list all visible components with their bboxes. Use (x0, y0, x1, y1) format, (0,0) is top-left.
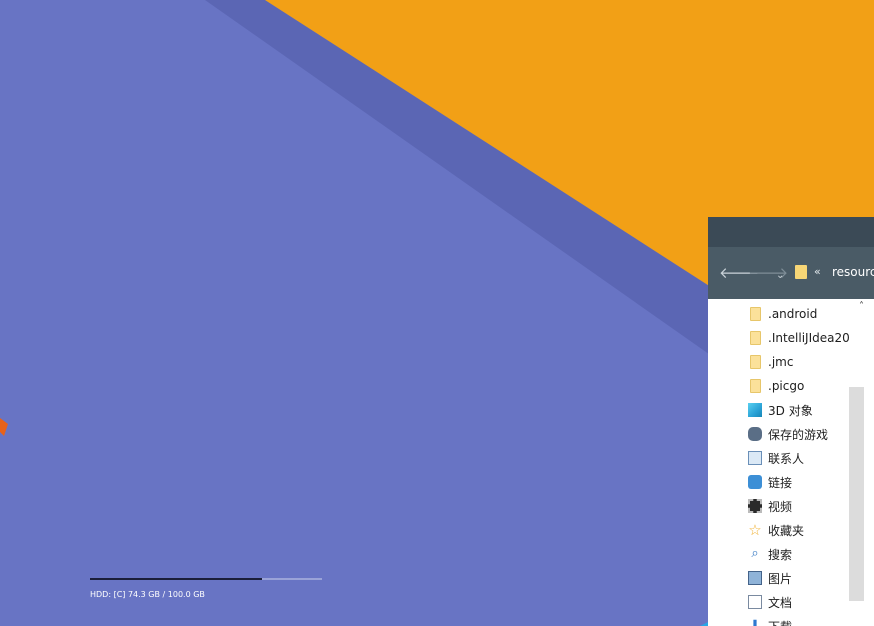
tree-item-label: 3D 对象 (768, 403, 813, 418)
folder-icon (750, 355, 761, 369)
navigation-pane-scrollbar[interactable] (849, 387, 864, 601)
saved-games-icon (748, 427, 762, 441)
hdd-usage-widget: HDD: [C] 74.3 GB / 100.0 GB (90, 578, 322, 599)
tree-item-folder[interactable]: .jmc (708, 350, 874, 374)
tree-item-label: .picgo (768, 379, 805, 393)
tree-item-label: 搜索 (768, 547, 793, 562)
explorer-navigation-bar: 🡐 🡒 ⌄ « resourc (708, 247, 874, 299)
tree-item-label: 文档 (768, 595, 793, 610)
tree-item-label: 下载 (768, 618, 792, 626)
address-folder-icon (795, 265, 807, 279)
3d-objects-icon (748, 403, 762, 417)
tree-item-label: 图片 (768, 571, 793, 586)
documents-icon (748, 595, 762, 609)
recent-locations-chevron-icon[interactable]: ⌄ (776, 267, 784, 285)
address-overflow-chevron[interactable]: « (814, 265, 821, 278)
downloads-icon: ⬇ (749, 618, 761, 626)
tree-item-folder[interactable]: .android (708, 302, 874, 326)
links-icon (748, 475, 762, 489)
file-explorer-window: 🡐 🡒 ⌄ « resourc .android .IntelliJIdea20.… (708, 217, 874, 626)
tree-item-label: .android (768, 307, 818, 321)
tree-item-label: 保存的游戏 (768, 427, 829, 442)
tree-item-label: .IntelliJIdea20 (768, 331, 850, 345)
pictures-icon (748, 571, 762, 585)
tree-item-label: .jmc (768, 355, 794, 369)
contacts-icon (748, 451, 762, 465)
folder-icon (750, 307, 761, 321)
tree-item-label: 联系人 (768, 451, 805, 466)
address-bar-path[interactable]: resourc (832, 265, 874, 279)
explorer-titlebar[interactable] (708, 217, 874, 247)
tree-item-label: 链接 (768, 475, 793, 490)
tree-item-folder[interactable]: .IntelliJIdea20 (708, 326, 874, 350)
folder-icon (750, 379, 761, 393)
tree-item-label: 视频 (768, 499, 793, 514)
desktop-icon-fragment[interactable] (0, 418, 8, 436)
favorites-icon: ☆ (748, 521, 762, 539)
searches-icon: ⌕ (751, 546, 759, 561)
scroll-up-arrow-icon[interactable]: ˄ (859, 301, 864, 312)
tree-item-label: 收藏夹 (768, 523, 805, 538)
videos-icon (748, 499, 762, 513)
tree-item-downloads[interactable]: ⬇ 下载 (708, 614, 874, 626)
hdd-usage-fill (90, 578, 263, 580)
hdd-usage-label: HDD: [C] 74.3 GB / 100.0 GB (90, 590, 205, 599)
hdd-usage-bar (90, 578, 322, 580)
folder-icon (750, 331, 761, 345)
